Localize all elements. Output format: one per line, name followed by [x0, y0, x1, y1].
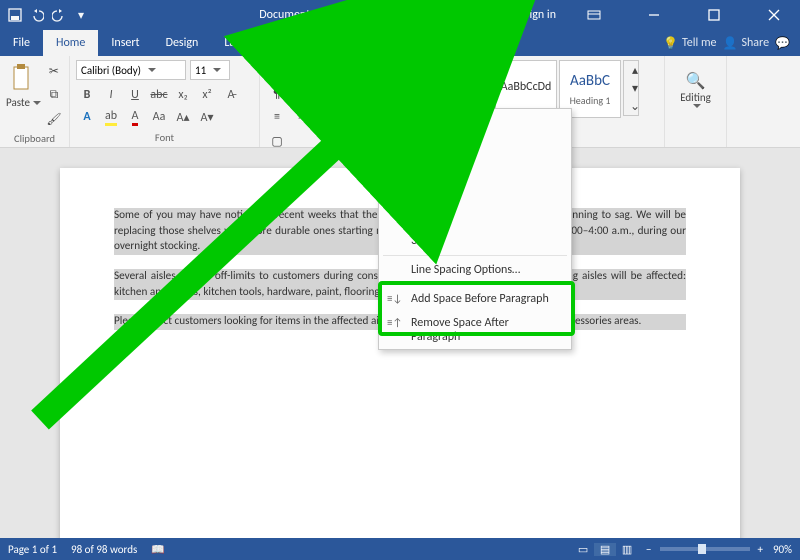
font-color-icon[interactable]: A	[124, 106, 146, 128]
zoom-level[interactable]: 90%	[773, 543, 792, 556]
space-before-icon: ≡↓	[387, 292, 402, 305]
strikethrough-button[interactable]: abc	[148, 84, 170, 106]
font-name-combo[interactable]: Calibri (Body)	[76, 60, 186, 80]
proofing-icon[interactable]: 📖	[151, 543, 165, 556]
qat-customize-icon[interactable]: ▾	[72, 6, 90, 24]
tab-design[interactable]: Design	[153, 30, 212, 56]
tab-home[interactable]: Home	[43, 30, 98, 56]
zoom-out-icon[interactable]: −	[646, 543, 651, 556]
zoom-slider[interactable]	[660, 547, 750, 551]
format-painter-icon[interactable]: 🖌	[43, 108, 65, 130]
tab-insert[interactable]: Insert	[98, 30, 152, 56]
remove-space-after[interactable]: ≡↑Remove Space After Paragraph	[379, 311, 571, 349]
cut-icon[interactable]: ✂	[43, 60, 65, 82]
ribbon-tabs: File Home Insert Design Layout Reference…	[0, 30, 800, 56]
copy-icon[interactable]: ⧉	[43, 84, 65, 106]
increase-indent-icon[interactable]: ⇥	[362, 60, 384, 82]
maximize-button[interactable]	[692, 9, 736, 21]
comments-icon[interactable]: 💬	[775, 36, 790, 51]
share-icon: 👤	[723, 36, 738, 51]
subscript-button[interactable]: x₂	[172, 84, 194, 106]
shrink-font-icon[interactable]: A▾	[196, 106, 218, 128]
show-marks-icon[interactable]: ¶	[266, 84, 288, 106]
save-icon[interactable]	[6, 6, 24, 24]
decrease-indent-icon[interactable]: ⇤	[338, 60, 360, 82]
tab-view[interactable]: View	[477, 30, 527, 56]
title-bar: ▾ Document1 - Word Sign in	[0, 0, 800, 30]
add-space-before[interactable]: ≡↓Add Space Before Paragraph	[379, 287, 571, 311]
spacing-1.15[interactable]: 1.15	[379, 133, 571, 157]
tab-references[interactable]: References	[270, 30, 350, 56]
paste-button[interactable]: Paste	[6, 96, 41, 109]
align-right-icon[interactable]: ≡	[314, 106, 336, 128]
spacing-1.5[interactable]: 1.5	[379, 157, 571, 181]
doc-title: Document1	[259, 8, 316, 22]
share-button[interactable]: 👤Share	[723, 36, 770, 51]
spacing-3.0[interactable]: 3.0	[379, 229, 571, 253]
editing-dropdown-icon[interactable]: 🔍	[686, 71, 706, 91]
superscript-button[interactable]: x²	[196, 84, 218, 106]
tab-mailings[interactable]: Mailings	[349, 30, 416, 56]
group-font: Font	[76, 129, 253, 147]
styles-more-icon[interactable]: ⌄	[624, 97, 646, 115]
app-name: Word	[328, 8, 355, 22]
print-layout-icon[interactable]: ▤	[594, 543, 616, 556]
styles-scroll-down-icon[interactable]: ▾	[624, 79, 646, 97]
line-spacing-dropdown: 1.0 1.15 1.5 2.0 2.5 3.0 Line Spacing Op…	[378, 108, 572, 350]
grow-font-icon[interactable]: A▴	[172, 106, 194, 128]
spacing-1.0[interactable]: 1.0	[379, 109, 571, 133]
spacing-2.5[interactable]: 2.5	[379, 205, 571, 229]
tell-me-search[interactable]: 💡Tell me	[663, 36, 716, 51]
highlight-color-icon[interactable]: ab	[100, 106, 122, 128]
word-count[interactable]: 98 of 98 words	[71, 543, 137, 556]
page-indicator[interactable]: Page 1 of 1	[8, 543, 57, 556]
tab-file[interactable]: File	[0, 30, 43, 56]
italic-button[interactable]: I	[100, 84, 122, 106]
space-after-icon: ≡↑	[387, 316, 402, 329]
font-size-combo[interactable]: 11	[190, 60, 230, 80]
tab-layout[interactable]: Layout	[211, 30, 270, 56]
bulb-icon: 💡	[663, 36, 678, 51]
sort-icon[interactable]: A↓	[386, 60, 408, 82]
minimize-button[interactable]	[632, 9, 676, 21]
align-center-icon[interactable]: ≡	[290, 106, 312, 128]
paste-icon[interactable]	[7, 60, 39, 96]
bullets-icon[interactable]: •≡	[266, 60, 288, 82]
line-spacing-options[interactable]: Line Spacing Options…	[379, 258, 571, 282]
sign-in-link[interactable]: Sign in	[524, 8, 556, 22]
change-case-icon[interactable]: Aa	[148, 106, 170, 128]
group-clipboard: Clipboard	[6, 130, 63, 148]
ribbon-display-icon[interactable]	[572, 10, 616, 20]
undo-icon[interactable]	[28, 6, 46, 24]
underline-button[interactable]: U	[124, 84, 146, 106]
clear-formatting-icon[interactable]: A̶	[220, 84, 242, 106]
close-button[interactable]	[752, 9, 796, 21]
multilevel-list-icon[interactable]: ⊟	[314, 60, 336, 82]
align-left-icon[interactable]: ≡	[266, 106, 288, 128]
web-layout-icon[interactable]: ▥	[616, 543, 638, 556]
justify-icon[interactable]: ≡	[338, 106, 360, 128]
zoom-in-icon[interactable]: +	[758, 543, 763, 556]
numbering-icon[interactable]: 1≡	[290, 60, 312, 82]
styles-scroll-up-icon[interactable]: ▴	[624, 61, 646, 79]
editing-button[interactable]: Editing	[680, 91, 711, 104]
spacing-2.0[interactable]: 2.0	[379, 181, 571, 205]
read-mode-icon[interactable]: ▭	[572, 543, 594, 556]
redo-icon[interactable]	[50, 6, 68, 24]
tab-review[interactable]: Review	[416, 30, 477, 56]
status-bar: Page 1 of 1 98 of 98 words 📖 ▭ ▤ ▥ − + 9…	[0, 538, 800, 560]
bold-button[interactable]: B	[76, 84, 98, 106]
text-effects-icon[interactable]: A	[76, 106, 98, 128]
